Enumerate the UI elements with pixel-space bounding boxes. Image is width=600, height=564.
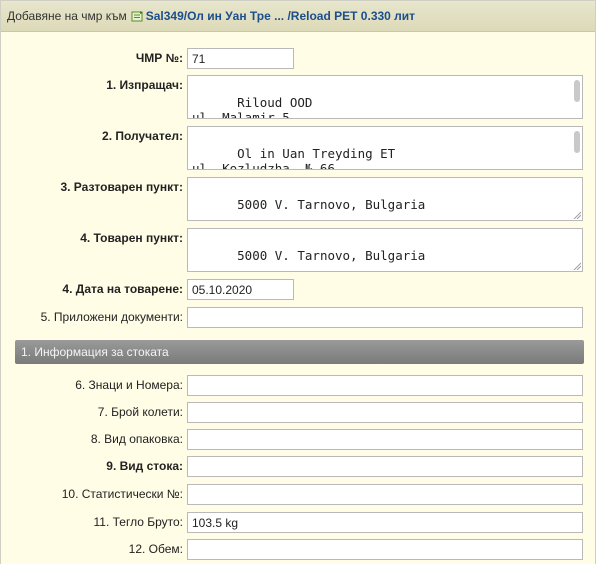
- statistical-no-label: 10. Статистически №:: [61, 487, 183, 501]
- sender-textarea[interactable]: Riloud OOD ul. Malamir 5 5000 V. Tarnovo: [187, 75, 583, 119]
- loading-point-text: 5000 V. Tarnovo, Bulgaria: [237, 247, 426, 263]
- volume-label: 12. Обем:: [128, 542, 183, 556]
- unloading-point-label: 3. Разтоварен пункт:: [60, 180, 183, 194]
- sender-scrollbar[interactable]: [574, 78, 580, 116]
- loading-date-label: 4. Дата на товарене:: [62, 282, 183, 296]
- volume-input[interactable]: [187, 539, 583, 560]
- goods-type-input[interactable]: [187, 456, 583, 477]
- packing-label: 8. Вид опаковка:: [90, 432, 183, 446]
- unloading-point-textarea[interactable]: 5000 V. Tarnovo, Bulgaria: [187, 177, 583, 221]
- panel-titlebar: Добавяне на чмр към Sal349/Ол ин Уан Тре…: [1, 1, 595, 32]
- loading-date-input[interactable]: 05.10.2020: [187, 279, 294, 300]
- goods-section-header: 1. Информация за стоката: [15, 340, 584, 364]
- document-icon: [131, 10, 144, 22]
- unloading-point-text: 5000 V. Tarnovo, Bulgaria: [237, 196, 426, 212]
- packing-input[interactable]: [187, 429, 583, 450]
- recipient-scrollbar[interactable]: [574, 129, 580, 167]
- recipient-label: 2. Получател:: [102, 129, 183, 143]
- sender-label: 1. Изпращач:: [106, 78, 183, 92]
- recipient-text: Ol in Uan Treyding ET ul. Kozludzha, № 6…: [192, 145, 396, 170]
- statistical-no-input[interactable]: [187, 484, 583, 505]
- marks-label: 6. Знаци и Номера:: [75, 378, 183, 392]
- marks-input[interactable]: [187, 375, 583, 396]
- goods-type-label: 9. Вид стока:: [106, 459, 183, 473]
- sender-text: Riloud OOD ul. Malamir 5 5000 V. Tarnovo: [192, 94, 313, 119]
- recipient-textarea[interactable]: Ol in Uan Treyding ET ul. Kozludzha, № 6…: [187, 126, 583, 170]
- packages-input[interactable]: [187, 402, 583, 423]
- cmr-form-panel: Добавяне на чмр към Sal349/Ол ин Уан Тре…: [0, 0, 596, 564]
- gross-weight-input[interactable]: 103.5 kg: [187, 512, 583, 533]
- loading-point-label: 4. Товарен пункт:: [80, 231, 183, 245]
- packages-label: 7. Брой колети:: [97, 405, 183, 419]
- attached-docs-label: 5. Приложени документи:: [40, 310, 183, 324]
- resize-grip-icon[interactable]: [573, 211, 581, 219]
- panel-title: Добавяне на чмр към: [7, 9, 127, 23]
- cmr-no-input[interactable]: 71: [187, 48, 294, 69]
- attached-docs-input[interactable]: [187, 307, 583, 328]
- cmr-no-label: ЧМР №:: [135, 51, 183, 65]
- resize-grip-icon[interactable]: [573, 262, 581, 270]
- gross-weight-label: 11. Тегло Бруто:: [93, 515, 184, 529]
- loading-point-textarea[interactable]: 5000 V. Tarnovo, Bulgaria: [187, 228, 583, 272]
- document-link[interactable]: Sal349/Ол ин Уан Тре ... /Reload PET 0.3…: [146, 9, 415, 23]
